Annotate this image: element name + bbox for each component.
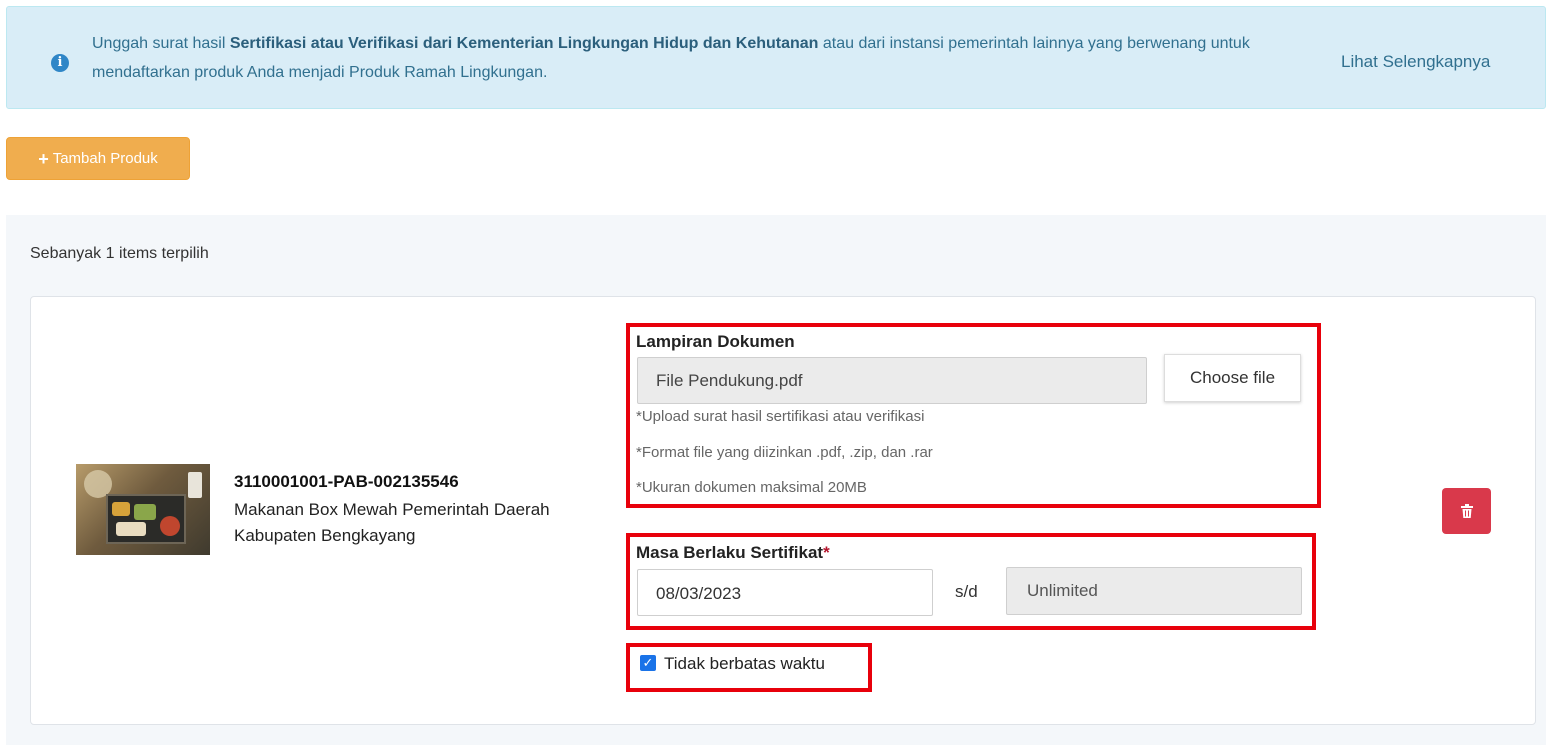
add-product-button[interactable]: + Tambah Produk bbox=[6, 137, 190, 180]
no-expiry-label[interactable]: Tidak berbatas waktu bbox=[664, 654, 825, 674]
document-file-input[interactable]: File Pendukung.pdf bbox=[637, 357, 1147, 404]
product-name: Makanan Box Mewah Pemerintah Daerah Kabu… bbox=[234, 500, 550, 545]
required-mark: * bbox=[823, 543, 830, 562]
choose-file-button[interactable]: Choose file bbox=[1164, 354, 1301, 402]
document-label: Lampiran Dokumen bbox=[636, 332, 795, 351]
see-more-link[interactable]: Lihat Selengkapnya bbox=[1341, 52, 1490, 72]
info-alert: i Unggah surat hasil Sertifikasi atau Ve… bbox=[6, 6, 1546, 109]
document-hint-size: *Ukuran dokumen maksimal 20MB bbox=[636, 479, 867, 496]
end-date-input[interactable]: Unlimited bbox=[1006, 567, 1302, 615]
document-hint-format: *Format file yang diizinkan .pdf, .zip, … bbox=[636, 444, 933, 461]
validity-label-text: Masa Berlaku Sertifikat bbox=[636, 543, 824, 562]
info-message: Unggah surat hasil Sertifikasi atau Veri… bbox=[92, 29, 1322, 87]
selected-products-panel: Sebanyak 1 items terpilih 3110001001-PAB… bbox=[6, 215, 1546, 745]
no-expiry-checkbox[interactable]: ✓ bbox=[640, 655, 656, 671]
plus-icon: + bbox=[38, 148, 49, 169]
trash-icon bbox=[1460, 504, 1473, 518]
selected-count: Sebanyak 1 items terpilih bbox=[30, 245, 209, 262]
add-product-label: Tambah Produk bbox=[52, 150, 158, 167]
document-hint-upload: *Upload surat hasil sertifikasi atau ver… bbox=[636, 408, 925, 425]
product-thumbnail bbox=[76, 464, 210, 555]
delete-product-button[interactable] bbox=[1442, 488, 1491, 534]
start-date-input[interactable]: 08/03/2023 bbox=[637, 569, 933, 616]
date-range-separator: s/d bbox=[955, 582, 978, 601]
info-icon: i bbox=[51, 54, 69, 72]
validity-label: Masa Berlaku Sertifikat* bbox=[636, 543, 830, 563]
info-text-before: Unggah surat hasil bbox=[92, 35, 230, 52]
product-card: 3110001001-PAB-002135546 Makanan Box Mew… bbox=[30, 296, 1536, 725]
product-code: 3110001001-PAB-002135546 bbox=[234, 472, 459, 491]
info-text-bold: Sertifikasi atau Verifikasi dari Kemente… bbox=[229, 35, 819, 52]
